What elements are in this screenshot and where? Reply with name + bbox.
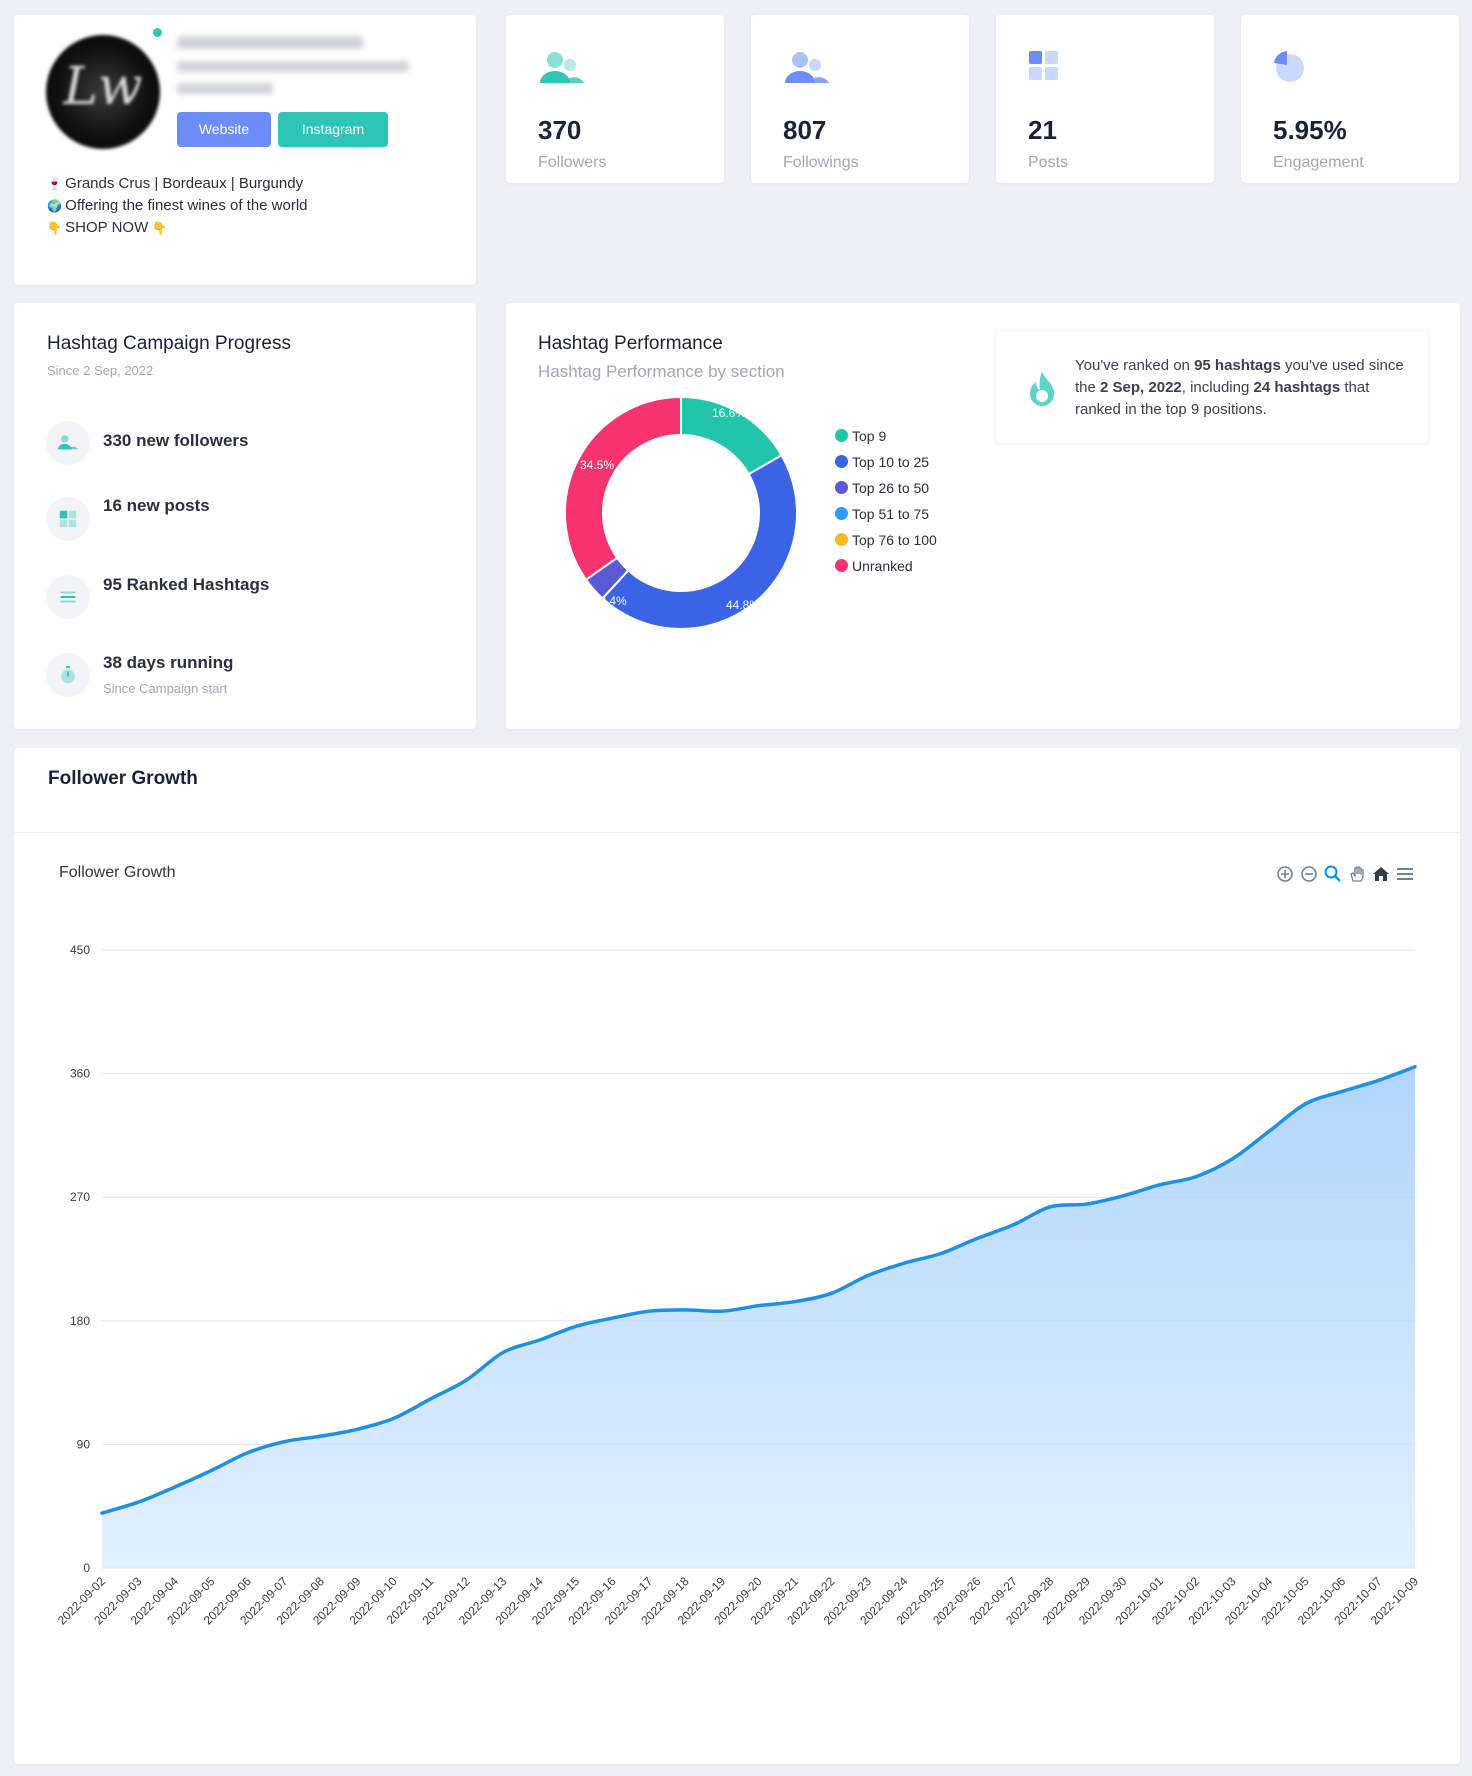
legend-item[interactable]: Top 26 to 50 xyxy=(835,480,929,496)
legend-marker xyxy=(835,507,848,520)
bio-line: 🍷 Grands Crus | Bordeaux | Burgundy xyxy=(47,175,303,192)
stopwatch-icon xyxy=(46,653,90,697)
growth-card-title: Follower Growth xyxy=(48,768,198,789)
y-tick-label: 180 xyxy=(70,1314,90,1328)
bio-text: SHOP NOW xyxy=(65,219,149,236)
pan-hand-icon[interactable] xyxy=(1347,864,1367,884)
followings-label: Followings xyxy=(783,154,859,171)
y-tick-label: 90 xyxy=(77,1437,91,1451)
legend-marker xyxy=(835,559,848,572)
reset-zoom-home-icon[interactable] xyxy=(1371,864,1391,884)
list-icon xyxy=(46,575,90,619)
legend-marker xyxy=(835,481,848,494)
wine-glass-icon: 🍷 xyxy=(47,177,62,191)
legend-label: Unranked xyxy=(852,558,913,574)
performance-title: Hashtag Performance xyxy=(538,333,723,354)
campaign-since: Since 2 Sep, 2022 xyxy=(47,363,154,378)
y-tick-label: 450 xyxy=(70,943,90,957)
followers-icon xyxy=(46,421,90,465)
posts-grid-icon xyxy=(46,497,90,541)
legend-marker xyxy=(835,455,848,468)
redacted-full-name xyxy=(177,61,409,72)
online-status-dot xyxy=(153,28,162,37)
legend-item[interactable]: Top 10 to 25 xyxy=(835,454,929,470)
stat-card-posts: 21 Posts xyxy=(996,15,1214,183)
legend-marker xyxy=(835,533,848,546)
legend-label: Top 10 to 25 xyxy=(852,454,930,470)
legend-item[interactable]: Top 76 to 100 xyxy=(835,532,937,548)
stat-card-followings: 807 Followings xyxy=(751,15,969,183)
days-running-text: 38 days running xyxy=(103,653,234,672)
followers-icon xyxy=(540,52,584,83)
donut-slice[interactable] xyxy=(564,395,682,582)
follower-growth-card: Follower Growth Follower Growth 0 90 180 27… xyxy=(14,748,1460,1764)
legend-item[interactable]: Unranked xyxy=(835,558,913,574)
selection-zoom-icon[interactable] xyxy=(1323,864,1343,884)
engagement-label: Engagement xyxy=(1273,154,1364,171)
profile-card: Lw Website Instagram 🍷 Grands Crus | Bor… xyxy=(14,15,476,285)
new-posts-text: 16 new posts xyxy=(103,496,210,515)
redacted-username xyxy=(177,36,363,49)
pie-icon xyxy=(1274,51,1304,82)
ranking-info-text: You've ranked on 95 hashtags you've used… xyxy=(1075,357,1404,418)
globe-icon: 🌍 xyxy=(47,199,62,213)
posts-label: Posts xyxy=(1028,154,1069,171)
donut-slice-label: 16.6% xyxy=(712,406,746,420)
followers-label: Followers xyxy=(538,154,607,171)
bio-line: 👇 SHOP NOW 👇 xyxy=(47,219,168,236)
zoom-in-icon[interactable] xyxy=(1275,864,1295,884)
legend-marker xyxy=(835,429,848,442)
followings-count: 807 xyxy=(783,115,827,145)
campaign-progress-card: Hashtag Campaign Progress Since 2 Sep, 2… xyxy=(14,303,476,729)
bio-text: Offering the finest wines of the world xyxy=(65,197,308,214)
follower-growth-chart: 0901802703604502022-09-022022-09-032022-… xyxy=(55,943,1422,1628)
followings-icon xyxy=(785,52,829,83)
website-button[interactable]: Website xyxy=(177,112,271,147)
legend-label: Top 76 to 100 xyxy=(852,532,937,548)
engagement-rate: 5.95% xyxy=(1273,115,1347,145)
y-tick-label: 270 xyxy=(70,1190,90,1204)
pointing-down-icon: 👇 xyxy=(47,221,62,235)
donut-slice-label: 44.8% xyxy=(726,598,760,612)
hashtag-donut-chart: 16.6% 44.8% 3.4% 34.5% xyxy=(564,395,798,630)
growth-area-fill xyxy=(102,1066,1415,1568)
chart-menu-icon[interactable] xyxy=(1395,864,1415,884)
bio-line: 🌍 Offering the finest wines of the world xyxy=(47,197,308,214)
campaign-title: Hashtag Campaign Progress xyxy=(47,333,291,354)
bio-text: Grands Crus | Bordeaux | Burgundy xyxy=(65,175,304,192)
performance-subtitle: Hashtag Performance by section xyxy=(538,362,785,381)
new-followers-text: 330 new followers xyxy=(103,431,249,450)
zoom-out-icon[interactable] xyxy=(1299,864,1319,884)
posts-grid-icon xyxy=(1029,51,1058,80)
redacted-full-name-line2 xyxy=(177,83,273,94)
ranking-info-box: You've ranked on 95 hashtags you've used… xyxy=(996,331,1428,443)
hashtag-performance-card: Hashtag Performance Hashtag Performance … xyxy=(506,303,1460,729)
divider xyxy=(14,832,1460,833)
y-tick-label: 360 xyxy=(70,1067,90,1081)
avatar[interactable]: Lw xyxy=(46,35,160,149)
legend-item[interactable]: Top 9 xyxy=(835,428,886,444)
days-running-subtext: Since Campaign start xyxy=(103,681,228,696)
followers-count: 370 xyxy=(538,115,582,145)
pointing-down-icon: 👇 xyxy=(152,221,168,235)
instagram-button[interactable]: Instagram xyxy=(278,112,388,147)
growth-chart-title: Follower Growth xyxy=(59,864,176,881)
posts-count: 21 xyxy=(1028,115,1057,145)
ranked-hashtags-text: 95 Ranked Hashtags xyxy=(103,575,270,594)
flame-icon xyxy=(1030,371,1054,406)
legend-label: Top 9 xyxy=(852,428,887,444)
donut-slice[interactable] xyxy=(601,453,798,630)
y-tick-label: 0 xyxy=(83,1561,90,1575)
legend-label: Top 26 to 50 xyxy=(852,480,930,496)
stat-card-followers: 370 Followers xyxy=(506,15,724,183)
legend-label: Top 51 to 75 xyxy=(852,506,930,522)
donut-slice-label: 3.4% xyxy=(599,594,627,608)
stat-card-engagement: 5.95% Engagement xyxy=(1241,15,1459,183)
legend-item[interactable]: Top 51 to 75 xyxy=(835,506,929,522)
donut-slice-label: 34.5% xyxy=(580,458,614,472)
